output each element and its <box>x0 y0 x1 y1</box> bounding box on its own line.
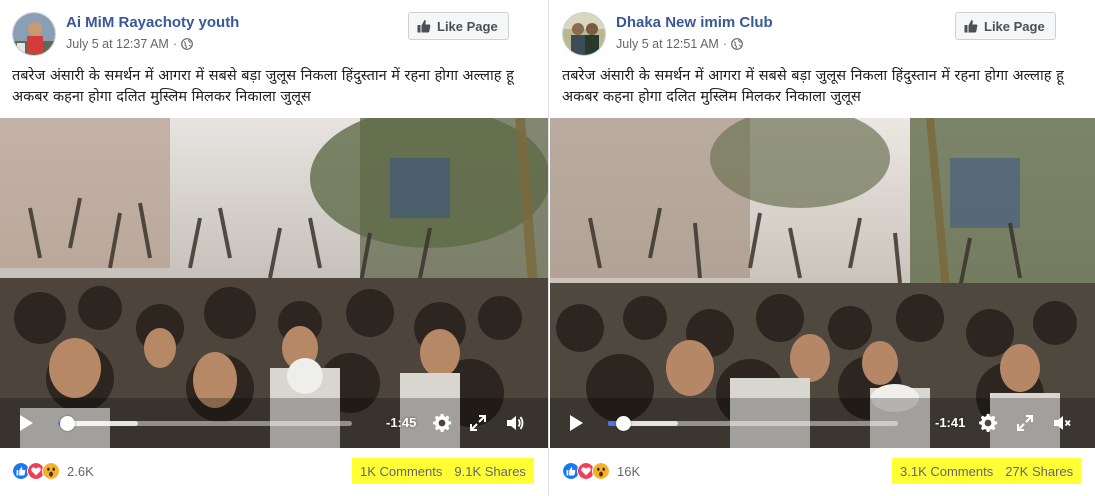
wow-reaction-icon <box>42 462 60 480</box>
post-caption: तबरेज अंसारी के समर्थन में आगरा में सबसे… <box>12 66 514 108</box>
video-seek-bar[interactable] <box>608 416 898 431</box>
page-avatar[interactable] <box>12 12 56 56</box>
post-footer: 16K 3.1K Comments 27K Shares <box>550 448 1095 496</box>
caption-line: तबरेज अंसारी के समर्थन में आगरा में सबसे… <box>12 68 514 84</box>
video-player[interactable]: -1:41 <box>550 118 1095 448</box>
seek-handle[interactable] <box>615 416 631 431</box>
gear-icon[interactable] <box>432 413 452 433</box>
video-controls: -1:41 <box>550 398 1095 448</box>
like-page-button[interactable]: Like Page <box>955 12 1056 40</box>
post-caption: तबरेज अंसारी के समर्थन में आगरा में सबसे… <box>562 66 1064 108</box>
caption-line: अकबर कहना होगा दलित मुस्लिम मिलकर निकाला… <box>562 89 861 105</box>
shares-count-link[interactable]: 27K Shares <box>1005 464 1073 479</box>
fullscreen-icon[interactable] <box>468 413 488 433</box>
reaction-summary[interactable]: 2.6K <box>12 462 94 480</box>
engagement-stats: 3.1K Comments 27K Shares <box>892 458 1082 484</box>
video-time-remaining: -1:41 <box>935 415 966 430</box>
mute-icon[interactable] <box>1052 413 1072 433</box>
post-meta: July 5 at 12:51 AM · <box>616 37 743 51</box>
reaction-count: 2.6K <box>67 463 94 479</box>
video-seek-bar[interactable] <box>58 416 352 431</box>
reaction-count: 16K <box>617 463 641 479</box>
comments-count-link[interactable]: 1K Comments <box>360 464 442 479</box>
page-name-link[interactable]: Dhaka New imim Club <box>616 14 773 31</box>
post-footer: 2.6K 1K Comments 9.1K Shares <box>0 448 548 496</box>
play-icon[interactable] <box>16 413 36 433</box>
post-timestamp[interactable]: July 5 at 12:37 AM <box>66 37 169 51</box>
post-meta: July 5 at 12:37 AM · <box>66 37 193 51</box>
page-name-link[interactable]: Ai MiM Rayachoty youth <box>66 14 239 31</box>
globe-icon <box>181 38 193 50</box>
globe-icon <box>731 38 743 50</box>
volume-icon[interactable] <box>505 413 525 433</box>
play-icon[interactable] <box>566 413 586 433</box>
thumbs-up-icon <box>417 20 431 33</box>
fullscreen-icon[interactable] <box>1015 413 1035 433</box>
like-page-label: Like Page <box>437 18 498 34</box>
comments-count-link[interactable]: 3.1K Comments <box>900 464 993 479</box>
caption-line: तबरेज अंसारी के समर्थन में आगरा में सबसे… <box>562 68 1064 84</box>
post-card: Ai MiM Rayachoty youth July 5 at 12:37 A… <box>0 0 549 496</box>
video-controls: -1:45 <box>0 398 548 448</box>
like-page-button[interactable]: Like Page <box>408 12 509 40</box>
shares-count-link[interactable]: 9.1K Shares <box>454 464 526 479</box>
post-timestamp[interactable]: July 5 at 12:51 AM <box>616 37 719 51</box>
like-page-label: Like Page <box>984 18 1045 34</box>
reaction-summary[interactable]: 16K <box>562 462 640 480</box>
page-avatar[interactable] <box>562 12 606 56</box>
seek-handle[interactable] <box>59 416 75 431</box>
thumbs-up-icon <box>964 20 978 33</box>
caption-line: अकबर कहना होगा दलित मुस्लिम मिलकर निकाला… <box>12 89 311 105</box>
video-player[interactable]: -1:45 <box>0 118 548 448</box>
gear-icon[interactable] <box>978 413 998 433</box>
post-card: Dhaka New imim Club July 5 at 12:51 AM ·… <box>550 0 1095 496</box>
engagement-stats: 1K Comments 9.1K Shares <box>352 458 534 484</box>
video-time-remaining: -1:45 <box>386 415 417 430</box>
wow-reaction-icon <box>592 462 610 480</box>
